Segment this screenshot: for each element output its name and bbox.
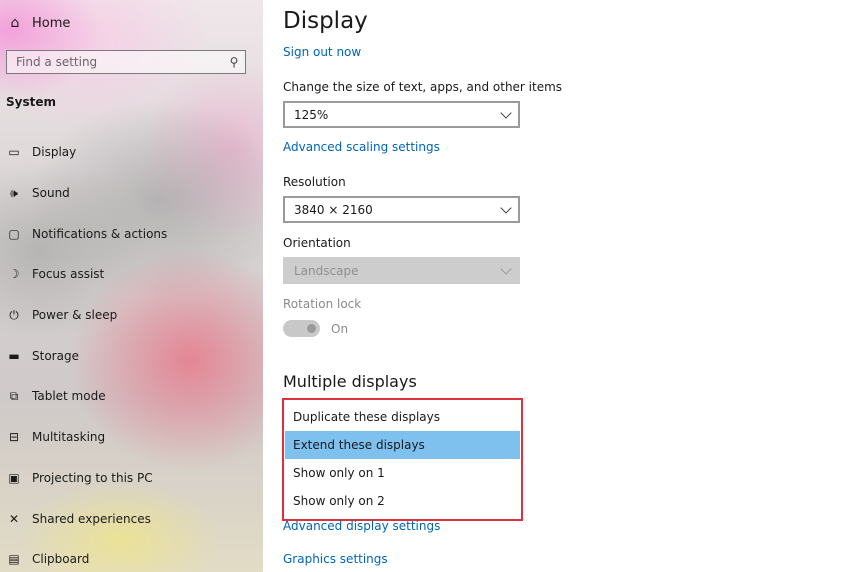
option-duplicate-displays[interactable]: Duplicate these displays: [285, 403, 520, 431]
notifications-icon: ▢: [8, 226, 20, 241]
sidebar-item-label: Display: [32, 145, 77, 160]
search-box[interactable]: ⚲: [6, 50, 246, 74]
sidebar-item-storage[interactable]: ▬ Storage: [0, 335, 263, 376]
option-show-only-2[interactable]: Show only on 2: [285, 487, 520, 515]
scale-value: 125%: [294, 107, 329, 122]
sidebar-item-label: Sound: [32, 186, 70, 201]
chevron-down-icon: [500, 262, 512, 275]
sidebar-item-tablet-mode[interactable]: ⧉ Tablet mode: [0, 376, 263, 417]
sidebar-home[interactable]: ⌂ Home: [6, 14, 71, 32]
sidebar-item-label: Multitasking: [32, 430, 106, 445]
focus-assist-icon: ☽: [8, 267, 20, 282]
page-title: Display: [283, 8, 368, 34]
search-icon[interactable]: ⚲: [223, 55, 245, 69]
toggle-knob: [307, 324, 316, 333]
sidebar-item-label: Shared experiences: [32, 511, 151, 526]
home-icon: ⌂: [10, 15, 20, 31]
sidebar-item-focus-assist[interactable]: ☽ Focus assist: [0, 254, 263, 295]
sidebar-item-multitasking[interactable]: ⊟ Multitasking: [0, 417, 263, 458]
tablet-mode-icon: ⧉: [9, 388, 19, 403]
sidebar-item-label: Clipboard: [32, 552, 90, 567]
chevron-down-icon: [500, 106, 512, 119]
resolution-label: Resolution: [283, 175, 346, 189]
projecting-icon: ▣: [8, 470, 20, 485]
sidebar-item-label: Storage: [32, 348, 79, 363]
sidebar-item-label: Projecting to this PC: [32, 470, 153, 485]
sidebar-item-notifications[interactable]: ▢ Notifications & actions: [0, 213, 263, 254]
orientation-label: Orientation: [283, 236, 351, 250]
sidebar-item-clipboard[interactable]: ▤ Clipboard: [0, 539, 263, 572]
rotation-lock-row: On: [283, 320, 348, 337]
orientation-dropdown: Landscape: [283, 257, 520, 284]
storage-icon: ▬: [8, 348, 20, 363]
advanced-scaling-link[interactable]: Advanced scaling settings: [283, 140, 440, 154]
sidebar-item-label: Notifications & actions: [32, 226, 168, 241]
advanced-display-link[interactable]: Advanced display settings: [283, 519, 440, 533]
orientation-value: Landscape: [294, 263, 359, 278]
chevron-down-icon: [500, 201, 512, 214]
clipboard-icon: ▤: [8, 552, 20, 567]
sign-out-link[interactable]: Sign out now: [283, 45, 361, 59]
sidebar-item-label: Focus assist: [32, 267, 105, 282]
sidebar-item-label: Power & sleep: [32, 308, 118, 323]
sidebar-home-label: Home: [32, 15, 71, 31]
sidebar-nav: ▭ Display 🕪 Sound ▢ Notifications & acti…: [0, 132, 263, 572]
rotation-lock-toggle: [283, 320, 320, 337]
sidebar-section-heading: System: [6, 95, 56, 109]
multiple-displays-dropdown-list: Duplicate these displays Extend these di…: [282, 398, 523, 521]
rotation-lock-state: On: [331, 321, 349, 336]
shared-experiences-icon: ✕: [8, 511, 20, 526]
scale-label: Change the size of text, apps, and other…: [283, 80, 563, 94]
display-settings-page: Display Sign out now Change the size of …: [282, 0, 843, 572]
sidebar-item-projecting[interactable]: ▣ Projecting to this PC: [0, 458, 263, 499]
power-icon: ⏻: [9, 307, 19, 322]
sidebar-item-label: Tablet mode: [32, 389, 106, 404]
graphics-settings-link[interactable]: Graphics settings: [283, 552, 388, 566]
multiple-displays-heading: Multiple displays: [283, 372, 417, 391]
sidebar-item-display[interactable]: ▭ Display: [0, 132, 263, 173]
resolution-dropdown[interactable]: 3840 × 2160: [283, 196, 520, 223]
scale-dropdown[interactable]: 125%: [283, 101, 520, 128]
display-icon: ▭: [8, 145, 20, 160]
multitasking-icon: ⊟: [8, 430, 20, 445]
sidebar-item-shared-experiences[interactable]: ✕ Shared experiences: [0, 498, 263, 539]
resolution-value: 3840 × 2160: [294, 202, 373, 217]
sidebar-item-power-sleep[interactable]: ⏻ Power & sleep: [0, 295, 263, 336]
settings-sidebar: ⌂ Home ⚲ System ▭ Display 🕪 Sound ▢ Noti…: [0, 0, 263, 572]
option-show-only-1[interactable]: Show only on 1: [285, 459, 520, 487]
sidebar-item-sound[interactable]: 🕪 Sound: [0, 173, 263, 214]
rotation-lock-label: Rotation lock: [283, 297, 362, 311]
search-input[interactable]: [7, 54, 223, 70]
option-extend-displays[interactable]: Extend these displays: [285, 431, 520, 459]
sound-icon: 🕪: [10, 185, 18, 200]
